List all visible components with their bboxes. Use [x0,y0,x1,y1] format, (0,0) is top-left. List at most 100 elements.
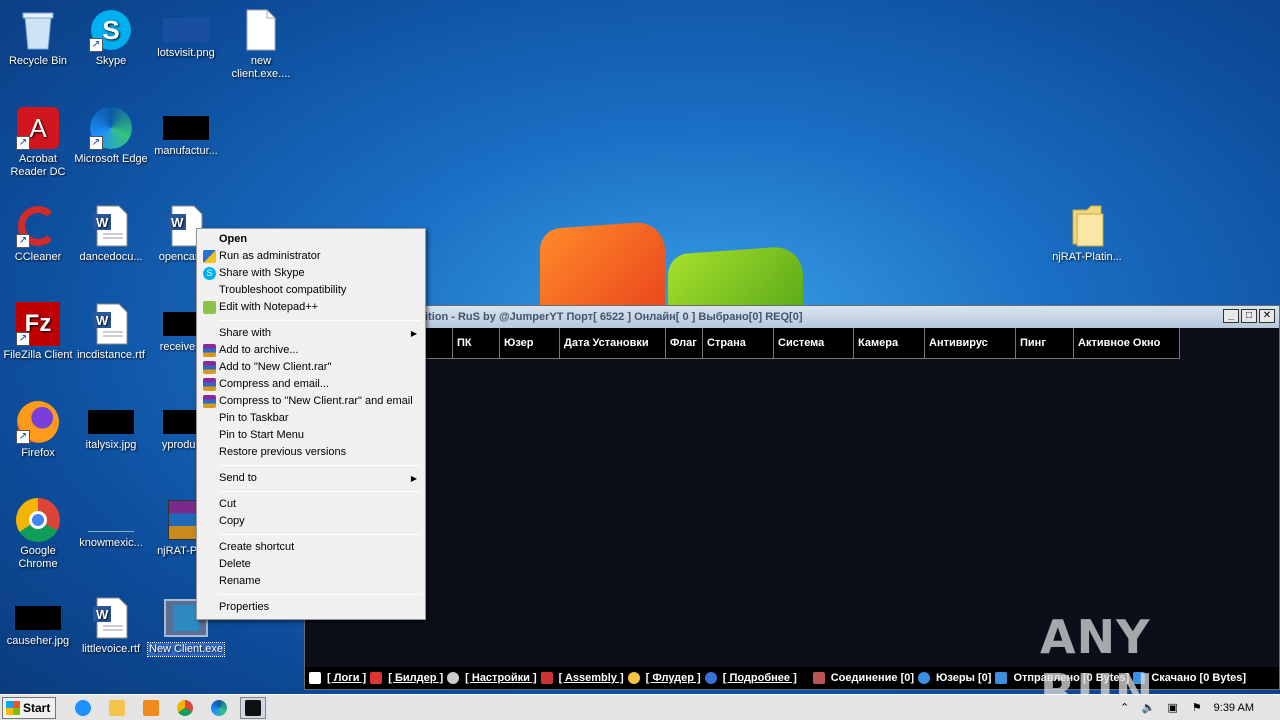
windows-flag-icon [6,700,20,715]
desktop-icon-recycle-bin[interactable]: Recycle Bin [0,8,76,68]
column-header-install-date[interactable]: Дата Установки [560,328,666,359]
image-file-icon [15,606,61,630]
taskbar-ie[interactable] [70,697,96,719]
desktop-icon-filezilla[interactable]: Fz ↗ FileZilla Client [0,302,76,362]
desktop-icon-littlevoice[interactable]: W littlevoice.rtf [73,596,149,656]
desktop-icon-acrobat[interactable]: A ↗ Acrobat Reader DC [0,106,76,179]
svg-text:W: W [96,215,109,230]
context-menu: Open Run as administrator S Share with Sk… [196,228,426,620]
column-header-antivirus[interactable]: Антивирус [925,328,1016,359]
desktop-icon-italysix[interactable]: italysix.jpg [73,400,149,452]
desktop-icon-new-client-exe-file[interactable]: new client.exe.... [223,8,299,81]
logs-link[interactable]: [ Логи ] [327,672,366,684]
njrat-title-bar[interactable]: ition - RuS by @JumperYT Порт[ 6522 ] Он… [305,306,1279,328]
filezilla-icon: Fz ↗ [16,302,60,346]
menu-item-compress-rar-email[interactable]: Compress to "New Client.rar" and email [199,393,423,410]
column-header-pc[interactable]: ПК [453,328,500,359]
close-button[interactable]: ✕ [1259,309,1275,323]
desktop-icon-causeher[interactable]: causeher.jpg [0,596,76,648]
menu-item-add-archive[interactable]: Add to archive... [199,342,423,359]
menu-item-share-skype[interactable]: S Share with Skype [199,265,423,282]
taskbar-explorer[interactable] [104,697,130,719]
menu-item-cut[interactable]: Cut [199,496,423,513]
desktop-icon-dancedocu[interactable]: W dancedocu... [73,204,149,264]
winrar-icon [203,395,216,408]
clock[interactable]: 9:39 AM [1214,702,1254,714]
chrome-icon [16,498,60,542]
show-hidden-icons-icon[interactable]: ⌃ [1118,701,1132,715]
firefox-icon: ↗ [16,400,60,444]
column-header[interactable] [425,328,453,359]
action-center-flag-icon[interactable]: ⚑ [1190,701,1204,715]
desktop-icon-firefox[interactable]: ↗ Firefox [0,400,76,460]
menu-item-restore-versions[interactable]: Restore previous versions [199,444,423,461]
taskbar-media-player[interactable] [138,697,164,719]
start-button[interactable]: Start [2,696,56,719]
users-stat: Юзеры [0] [936,672,992,684]
menu-item-open[interactable]: Open [199,231,423,248]
desktop-icon-lotsvisit[interactable]: lotsvisit.png [148,8,224,60]
column-header-ping[interactable]: Пинг [1016,328,1074,359]
menu-item-run-as-admin[interactable]: Run as administrator [199,248,423,265]
winrar-icon [203,361,216,374]
menu-item-add-to-rar[interactable]: Add to "New Client.rar" [199,359,423,376]
desktop-icon-knowmexic[interactable]: knowmexic... [73,498,149,550]
skype-icon: S ↗ [89,8,133,52]
details-link[interactable]: [ Подробнее ] [723,672,797,684]
menu-item-copy[interactable]: Copy [199,513,423,530]
builder-link[interactable]: [ Билдер ] [388,672,443,684]
image-file-icon [163,116,209,140]
menu-item-create-shortcut[interactable]: Create shortcut [199,539,423,556]
column-header-system[interactable]: Система [774,328,854,359]
taskbar-edge[interactable] [206,697,232,719]
connection-icon [812,672,825,684]
maximize-button[interactable]: □ [1241,309,1257,323]
column-header-camera[interactable]: Камера [854,328,925,359]
users-icon [918,672,931,684]
column-header-user[interactable]: Юзер [500,328,560,359]
menu-item-compress-email[interactable]: Compress and email... [199,376,423,393]
word-doc-icon: W [89,204,133,248]
ie-icon [75,699,91,716]
desktop-icon-manufactur[interactable]: manufactur... [148,106,224,158]
menu-item-troubleshoot[interactable]: Troubleshoot compatibility [199,282,423,299]
flooder-link[interactable]: [ Флудер ] [646,672,701,684]
desktop-icon-skype[interactable]: S ↗ Skype [73,8,149,68]
desktop-icon-chrome[interactable]: Google Chrome [0,498,76,571]
explorer-icon [109,699,125,716]
network-icon[interactable]: ▣ [1166,701,1180,715]
menu-item-properties[interactable]: Properties [199,599,423,616]
settings-link[interactable]: [ Настройки ] [465,672,536,684]
winrar-icon [203,378,216,391]
tools-icon [540,672,553,684]
submenu-arrow-icon: ▶ [410,474,417,483]
taskbar-njrat[interactable] [240,696,266,719]
svg-text:W: W [96,607,109,622]
assembly-link[interactable]: [ Assembly ] [559,672,624,684]
info-icon [704,672,717,684]
skype-icon: S [203,267,216,280]
desktop-icon-edge[interactable]: ↗ Microsoft Edge [73,106,149,166]
menu-item-share-with[interactable]: Share with ▶ [199,325,423,342]
desktop-icon-ccleaner[interactable]: ↗ CCleaner [0,204,76,264]
acrobat-icon: A ↗ [16,106,60,150]
minimize-button[interactable]: _ [1223,309,1239,323]
show-desktop-button[interactable] [1264,701,1272,715]
blank-file-icon [239,8,283,52]
column-header-active-window[interactable]: Активное Окно [1074,328,1180,359]
word-doc-icon: W [89,596,133,640]
winrar-icon [203,344,216,357]
desktop-icon-njrat-folder[interactable]: njRAT-Platin... [1047,204,1127,264]
menu-item-notepadpp[interactable]: Edit with Notepad++ [199,299,423,316]
column-header-country[interactable]: Страна [703,328,774,359]
menu-item-pin-taskbar[interactable]: Pin to Taskbar [199,410,423,427]
desktop-icon-incdistance[interactable]: W incdistance.rtf [73,302,149,362]
volume-icon[interactable]: 🔈 [1142,701,1156,715]
menu-item-send-to[interactable]: Send to ▶ [199,470,423,487]
menu-item-delete[interactable]: Delete [199,556,423,573]
menu-item-pin-start[interactable]: Pin to Start Menu [199,427,423,444]
column-header-flag[interactable]: Флаг [666,328,703,359]
menu-item-rename[interactable]: Rename [199,573,423,590]
taskbar-chrome[interactable] [172,697,198,719]
chrome-icon [177,699,193,716]
